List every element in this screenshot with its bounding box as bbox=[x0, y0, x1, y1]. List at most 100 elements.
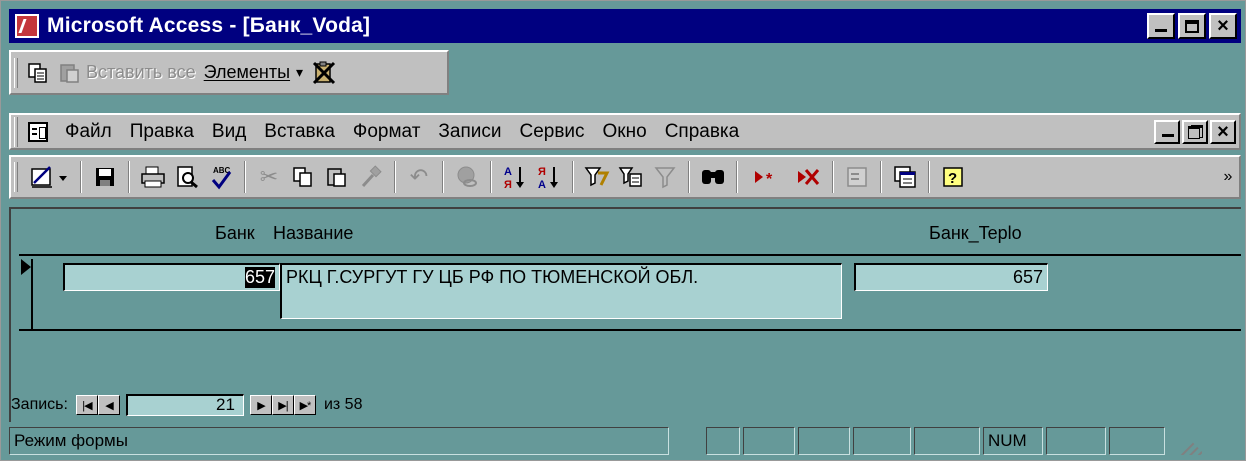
status-num: NUM bbox=[983, 427, 1043, 455]
bank-code-value: 657 bbox=[244, 267, 275, 288]
svg-text:Я: Я bbox=[538, 166, 546, 178]
first-record-button[interactable]: |◀ bbox=[75, 395, 98, 415]
sort-descending-icon: Я А bbox=[538, 166, 558, 190]
copy-button[interactable] bbox=[26, 58, 50, 88]
copy-toolbar-button[interactable] bbox=[286, 160, 320, 194]
menu-records[interactable]: Записи bbox=[429, 121, 510, 143]
paste-button[interactable] bbox=[320, 160, 354, 194]
svg-text:*: * bbox=[766, 171, 773, 187]
help-button[interactable]: ? bbox=[936, 160, 970, 194]
maximize-button[interactable] bbox=[1178, 13, 1206, 39]
last-record-button[interactable]: ▶| bbox=[271, 395, 294, 415]
menu-bar: Файл Правка Вид Вставка Формат Записи Се… bbox=[9, 113, 1241, 150]
record-label: Запись: bbox=[11, 396, 68, 413]
restore-icon bbox=[1187, 124, 1203, 139]
document-close-button[interactable]: × bbox=[1210, 119, 1236, 144]
chevron-down-icon: ▾ bbox=[296, 64, 304, 80]
form-document-icon[interactable] bbox=[28, 121, 48, 142]
new-record-icon: * bbox=[755, 171, 773, 187]
standard-toolbar: ABC ✂ ↶ А Я Я А * ? » bbox=[9, 155, 1241, 199]
filter-by-selection-button[interactable] bbox=[580, 160, 614, 194]
next-record-button[interactable]: ▶ bbox=[249, 395, 272, 415]
paste-icon bbox=[327, 168, 346, 187]
minimize-icon bbox=[1155, 29, 1167, 32]
print-preview-icon bbox=[177, 166, 198, 189]
find-button[interactable] bbox=[696, 160, 730, 194]
print-button[interactable] bbox=[136, 160, 170, 194]
new-record-button[interactable]: * bbox=[744, 160, 792, 194]
bank-teplo-field[interactable]: 657 bbox=[854, 263, 1048, 291]
close-icon: × bbox=[1217, 15, 1229, 37]
status-mode: Режим формы bbox=[9, 427, 669, 455]
print-preview-button[interactable] bbox=[170, 160, 204, 194]
paste-all-label: Вставить все bbox=[86, 62, 196, 82]
toolbar-options-icon: » bbox=[1223, 168, 1233, 185]
title-bar[interactable]: Microsoft Access - [Банк_Voda] × bbox=[9, 9, 1241, 43]
menubar-grip[interactable] bbox=[14, 116, 18, 147]
clear-clipboard-icon bbox=[313, 61, 336, 84]
undo-button[interactable]: ↶ bbox=[402, 160, 436, 194]
svg-text:А: А bbox=[538, 179, 546, 190]
access-window: Microsoft Access - [Банк_Voda] × Вставит… bbox=[0, 0, 1246, 461]
resize-grip-icon[interactable] bbox=[1168, 427, 1202, 455]
close-icon: × bbox=[1217, 120, 1229, 143]
paste-all-button[interactable]: Вставить все bbox=[58, 58, 196, 88]
record-number-input[interactable]: 21 bbox=[125, 394, 244, 416]
design-view-button[interactable] bbox=[26, 160, 74, 194]
menu-help[interactable]: Справка bbox=[656, 121, 749, 143]
toolbar-grip[interactable] bbox=[14, 162, 18, 192]
sort-descending-button[interactable]: Я А bbox=[532, 160, 566, 194]
cut-button[interactable]: ✂ bbox=[252, 160, 286, 194]
header-name-label: Название bbox=[273, 223, 354, 243]
previous-record-icon: ◀ bbox=[105, 399, 114, 412]
record-selector[interactable] bbox=[19, 259, 33, 329]
database-window-button[interactable] bbox=[888, 160, 922, 194]
new-record-nav-button[interactable]: ▶* bbox=[293, 395, 316, 415]
insert-hyperlink-icon bbox=[457, 166, 477, 187]
menu-insert[interactable]: Вставка bbox=[255, 121, 344, 143]
menu-window[interactable]: Окно bbox=[594, 121, 656, 143]
detail-divider bbox=[19, 329, 1241, 331]
first-record-icon: |◀ bbox=[82, 399, 92, 412]
sort-ascending-button[interactable]: А Я bbox=[498, 160, 532, 194]
bank-name-value: РКЦ Г.СУРГУТ ГУ ЦБ РФ ПО ТЮМЕНСКОЙ ОБЛ. bbox=[286, 267, 699, 287]
svg-text:А: А bbox=[504, 166, 512, 178]
access-app-icon[interactable] bbox=[15, 14, 39, 38]
menu-tools[interactable]: Сервис bbox=[510, 121, 593, 143]
clipboard-toolbar: Вставить все Элементы ▾ bbox=[9, 50, 449, 95]
document-minimize-button[interactable] bbox=[1154, 119, 1180, 144]
items-dropdown[interactable]: Элементы ▾ bbox=[204, 58, 303, 88]
document-restore-button[interactable] bbox=[1182, 119, 1208, 144]
previous-record-button[interactable]: ◀ bbox=[97, 395, 120, 415]
menu-format[interactable]: Формат bbox=[344, 121, 430, 143]
delete-record-button[interactable] bbox=[792, 160, 826, 194]
paste-all-icon bbox=[60, 63, 79, 83]
database-window-icon bbox=[894, 166, 916, 188]
filter-by-form-icon bbox=[618, 167, 642, 187]
menu-file[interactable]: Файл bbox=[56, 121, 121, 143]
properties-button[interactable] bbox=[840, 160, 874, 194]
clear-clipboard-button[interactable] bbox=[311, 58, 337, 88]
toolbar-options-button[interactable]: » bbox=[1217, 160, 1239, 194]
bank-name-field[interactable]: РКЦ Г.СУРГУТ ГУ ЦБ РФ ПО ТЮМЕНСКОЙ ОБЛ. bbox=[280, 263, 842, 319]
close-button[interactable]: × bbox=[1209, 13, 1237, 39]
save-button[interactable] bbox=[88, 160, 122, 194]
menu-view[interactable]: Вид bbox=[203, 121, 255, 143]
copy-icon bbox=[28, 62, 47, 83]
bank-teplo-value: 657 bbox=[1012, 267, 1043, 287]
status-panel-3 bbox=[798, 427, 850, 455]
format-painter-button[interactable] bbox=[354, 160, 388, 194]
spelling-button[interactable]: ABC bbox=[204, 160, 238, 194]
apply-filter-button[interactable] bbox=[648, 160, 682, 194]
menu-edit[interactable]: Правка bbox=[121, 121, 203, 143]
sort-ascending-icon: А Я bbox=[504, 166, 524, 190]
toolbar-grip[interactable] bbox=[14, 57, 18, 88]
design-view-icon bbox=[31, 166, 67, 188]
filter-by-form-button[interactable] bbox=[614, 160, 648, 194]
find-icon bbox=[702, 170, 724, 184]
filter-by-selection-icon bbox=[584, 167, 610, 187]
insert-hyperlink-button[interactable] bbox=[450, 160, 484, 194]
spelling-icon: ABC bbox=[211, 166, 232, 190]
minimize-button[interactable] bbox=[1147, 13, 1175, 39]
bank-code-field[interactable]: 657 bbox=[63, 263, 280, 291]
